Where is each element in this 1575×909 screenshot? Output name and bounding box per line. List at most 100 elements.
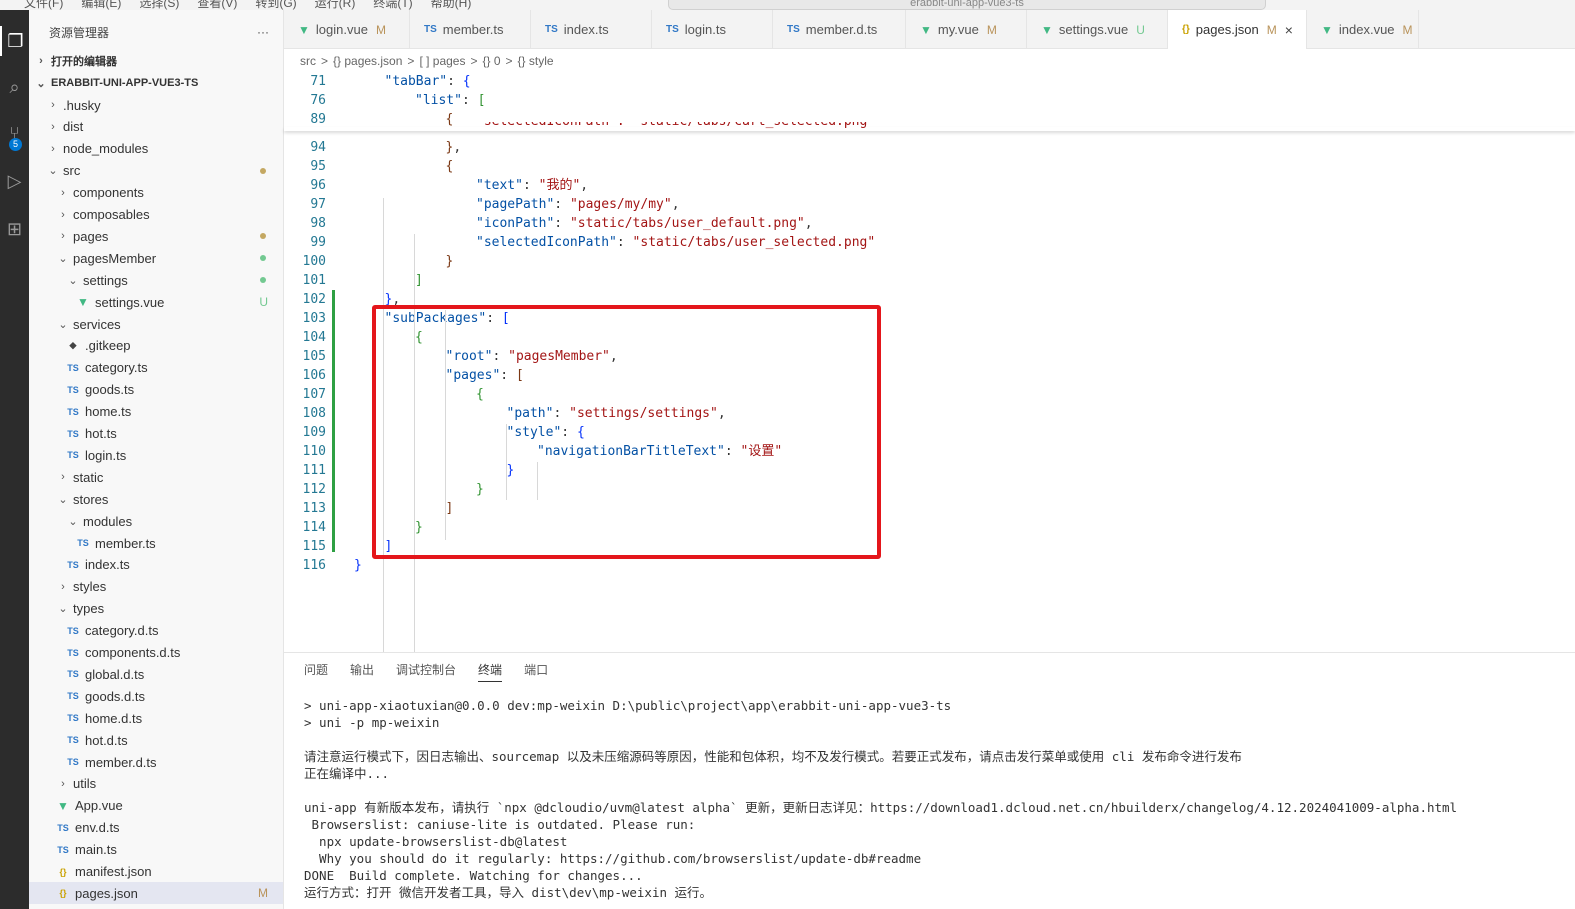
breadcrumb-item[interactable]: [ ] pages [419,54,465,68]
tree-item[interactable]: {} pages.json M [29,882,283,905]
tree-item[interactable]: ⌄ types [29,598,283,620]
panel-tab[interactable]: 终端 [478,661,503,682]
panel-tab[interactable]: 问题 [304,661,328,682]
line-number: 106 [302,368,326,383]
tree-item[interactable]: ⌄ src [29,160,283,182]
tree-item[interactable]: TS main.ts [29,839,283,861]
code-line: ] [415,271,423,290]
menu-item[interactable]: 运行(R) [315,0,356,10]
tree-item[interactable]: › node_modules [29,138,283,160]
tab-label: settings.vue [1058,22,1129,37]
menu-item[interactable]: 帮助(H) [431,0,472,10]
tab-my-vue[interactable]: ▼ my.vue M [906,10,1027,49]
tree-item[interactable]: TS index.ts [29,554,283,576]
explorer-header: 资源管理器 ··· [29,10,283,54]
code-token: "selectedIconPath" [476,235,617,250]
tree-item-label: modules [83,513,133,529]
tree-item[interactable]: ⌄ modules [29,510,283,532]
tab-label: login.vue [315,22,368,37]
panel-tab[interactable]: 调试控制台 [396,661,456,682]
chevron-down-icon: ⌄ [36,77,46,90]
breadcrumb-separator: > [321,54,329,68]
ts-file-icon: TS [67,647,79,658]
line-number: 96 [310,178,326,193]
line-number: 109 [302,425,326,440]
tab-login-ts[interactable]: TS login.ts [652,10,773,49]
breadcrumb-item[interactable]: {} style [518,54,554,68]
tree-item[interactable]: › pages [29,225,283,247]
tree-item[interactable]: TS goods.d.ts [29,685,283,707]
terminal-line: Why you should do it regularly: https://… [304,851,922,866]
breadcrumb-item[interactable]: {} 0 [482,54,500,68]
search-icon[interactable]: ⌕ [0,72,29,102]
tab-login-vue[interactable]: ▼ login.vue M [284,10,410,49]
tab-index-vue[interactable]: ▼ index.vue M [1307,10,1419,49]
tree-item[interactable]: ◆ .gitkeep [29,335,283,357]
chevron-right-icon: › [51,99,55,111]
breadcrumb-item[interactable]: {} pages.json [333,54,402,68]
tree-item[interactable]: TS member.ts [29,532,283,554]
code-editor[interactable]: 71"tabBar": {76"list": [89{"selectedIcon… [284,70,1575,678]
tree-item[interactable]: ▼ settings.vue U [29,291,283,313]
tree-item[interactable]: ⌄ pagesMember [29,247,283,269]
menu-item[interactable]: 查看(V) [197,0,237,10]
code-line: "pagePath": "pages/my/my", [476,195,680,214]
tree-item[interactable]: TS hot.d.ts [29,729,283,751]
tree-item[interactable]: TS env.d.ts [29,817,283,839]
tree-item[interactable]: TS category.d.ts [29,620,283,642]
tree-item[interactable]: ▼ App.vue [29,795,283,817]
tree-item[interactable]: TS home.ts [29,401,283,423]
tree-item[interactable]: TS member.d.ts [29,751,283,773]
status-dot [260,255,266,262]
tab-member-d-ts[interactable]: TS member.d.ts [773,10,906,49]
code-line: "selectedIconPath": "static/tabs/user_se… [476,233,875,252]
tree-item[interactable]: TS hot.ts [29,423,283,445]
tree-item[interactable]: › dist [29,116,283,138]
run-debug-icon[interactable]: ▷ [0,166,29,196]
breadcrumb-item[interactable]: src [300,54,316,68]
tab-settings-vue[interactable]: ▼ settings.vue U [1027,10,1168,49]
menu-item[interactable]: 终端(T) [373,0,412,10]
tree-item[interactable]: {} manifest.json [29,861,283,883]
extensions-icon[interactable]: ⊞ [0,214,29,244]
command-center[interactable]: erabbit-uni-app-vue3-ts [668,0,1266,10]
panel-tab[interactable]: 端口 [524,661,548,682]
tree-item[interactable]: ⌄ stores [29,488,283,510]
tree-item[interactable]: ⌄ settings [29,269,283,291]
menu-item[interactable]: 转到(G) [255,0,296,10]
tree-item[interactable]: TS login.ts [29,444,283,466]
tree-item[interactable]: › components [29,182,283,204]
tree-item[interactable]: TS home.d.ts [29,707,283,729]
open-editors-section[interactable]: › 打开的编辑器 [29,50,283,72]
tree-item[interactable]: ⌄ services [29,313,283,335]
tree-item[interactable]: TS category.ts [29,357,283,379]
terminal-output[interactable]: > uni-app-xiaotuxian@0.0.0 dev:mp-weixin… [304,697,1457,901]
menu-item[interactable]: 编辑(E) [81,0,121,10]
project-root[interactable]: ⌄ ERABBIT-UNI-APP-VUE3-TS [29,72,283,94]
tree-item[interactable]: › .husky [29,94,283,116]
more-actions-icon[interactable]: ··· [257,25,269,39]
tree-item[interactable]: TS global.d.ts [29,663,283,685]
code-token: "iconPath" [476,216,555,231]
tab-index-ts[interactable]: TS index.ts [531,10,652,49]
tab-pages-json[interactable]: {} pages.json M × [1168,10,1307,49]
tree-item-label: pages [73,228,109,244]
tree-item[interactable]: › utils [29,773,283,795]
tree-item[interactable]: › composables [29,204,283,226]
tab-member-ts[interactable]: TS member.ts [410,10,531,49]
ts-file-icon: TS [545,24,558,35]
tree-item[interactable]: › styles [29,576,283,598]
panel-tab[interactable]: 输出 [350,661,374,682]
chevron-right-icon: › [61,230,65,243]
sticky-scroll-shadow [284,127,1575,131]
tree-item-label: goods.ts [85,382,135,398]
tree-item[interactable]: › static [29,466,283,488]
close-icon[interactable]: × [1285,22,1293,38]
tree-item[interactable]: TS goods.ts [29,379,283,401]
tree-item[interactable]: TS components.d.ts [29,642,283,664]
files-icon[interactable]: ❐ [0,26,29,56]
chevron-right-icon: › [39,55,43,67]
menu-item[interactable]: 文件(F) [24,0,63,10]
tab-label: member.d.ts [805,22,878,37]
menu-item[interactable]: 选择(S) [139,0,179,10]
